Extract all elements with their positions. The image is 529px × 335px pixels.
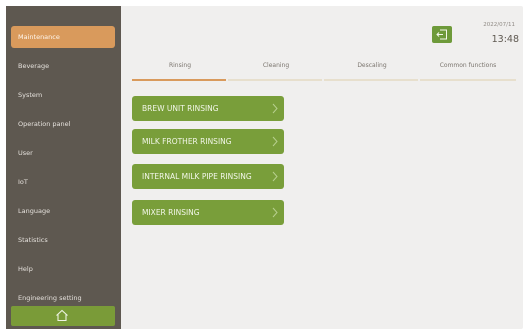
tab-indicator-rinsing xyxy=(132,79,226,81)
tab-indicator-descaling xyxy=(324,79,418,81)
tab-indicator-common-functions xyxy=(420,79,516,81)
tab-descaling[interactable]: Descaling xyxy=(324,62,420,77)
home-button[interactable] xyxy=(11,306,115,326)
machine-screen: Maintenance Beverage System Operation pa… xyxy=(6,6,523,329)
chevron-right-icon xyxy=(272,171,278,182)
exit-button[interactable] xyxy=(432,26,452,43)
chevron-right-icon xyxy=(272,103,278,114)
milk-frother-rinsing-label: MILK FROTHER RINSING xyxy=(142,137,232,146)
sidebar-item-beverage[interactable]: Beverage xyxy=(11,55,115,77)
sidebar-item-maintenance[interactable]: Maintenance xyxy=(11,26,115,48)
brew-unit-rinsing-label: BREW UNIT RINSING xyxy=(142,104,219,113)
internal-milk-pipe-rinsing-label: INTERNAL MILK PIPE RINSING xyxy=(142,172,252,181)
sidebar: Maintenance Beverage System Operation pa… xyxy=(6,6,121,329)
milk-frother-rinsing-button[interactable]: MILK FROTHER RINSING xyxy=(132,129,284,154)
tab-rinsing[interactable]: Rinsing xyxy=(132,62,228,77)
tab-indicator-cleaning xyxy=(228,79,322,81)
internal-milk-pipe-rinsing-button[interactable]: INTERNAL MILK PIPE RINSING xyxy=(132,164,284,189)
sidebar-item-iot[interactable]: IoT xyxy=(11,171,115,193)
sidebar-item-system[interactable]: System xyxy=(11,84,115,106)
date-display: 2022/07/11 xyxy=(483,22,515,28)
brew-unit-rinsing-button[interactable]: BREW UNIT RINSING xyxy=(132,96,284,121)
tab-common-functions[interactable]: Common functions xyxy=(420,62,516,77)
sidebar-item-statistics[interactable]: Statistics xyxy=(11,229,115,251)
chevron-right-icon xyxy=(272,136,278,147)
sidebar-item-user[interactable]: User xyxy=(11,142,115,164)
tab-cleaning[interactable]: Cleaning xyxy=(228,62,324,77)
mixer-rinsing-button[interactable]: MIXER RINSING xyxy=(132,200,284,225)
exit-icon xyxy=(436,29,447,40)
chevron-right-icon xyxy=(272,207,278,218)
mixer-rinsing-label: MIXER RINSING xyxy=(142,208,200,217)
sidebar-item-language[interactable]: Language xyxy=(11,200,115,222)
sidebar-item-operation-panel[interactable]: Operation panel xyxy=(11,113,115,135)
time-display: 13:48 xyxy=(491,34,519,45)
home-icon xyxy=(56,309,68,322)
sidebar-item-help[interactable]: Help xyxy=(11,258,115,280)
